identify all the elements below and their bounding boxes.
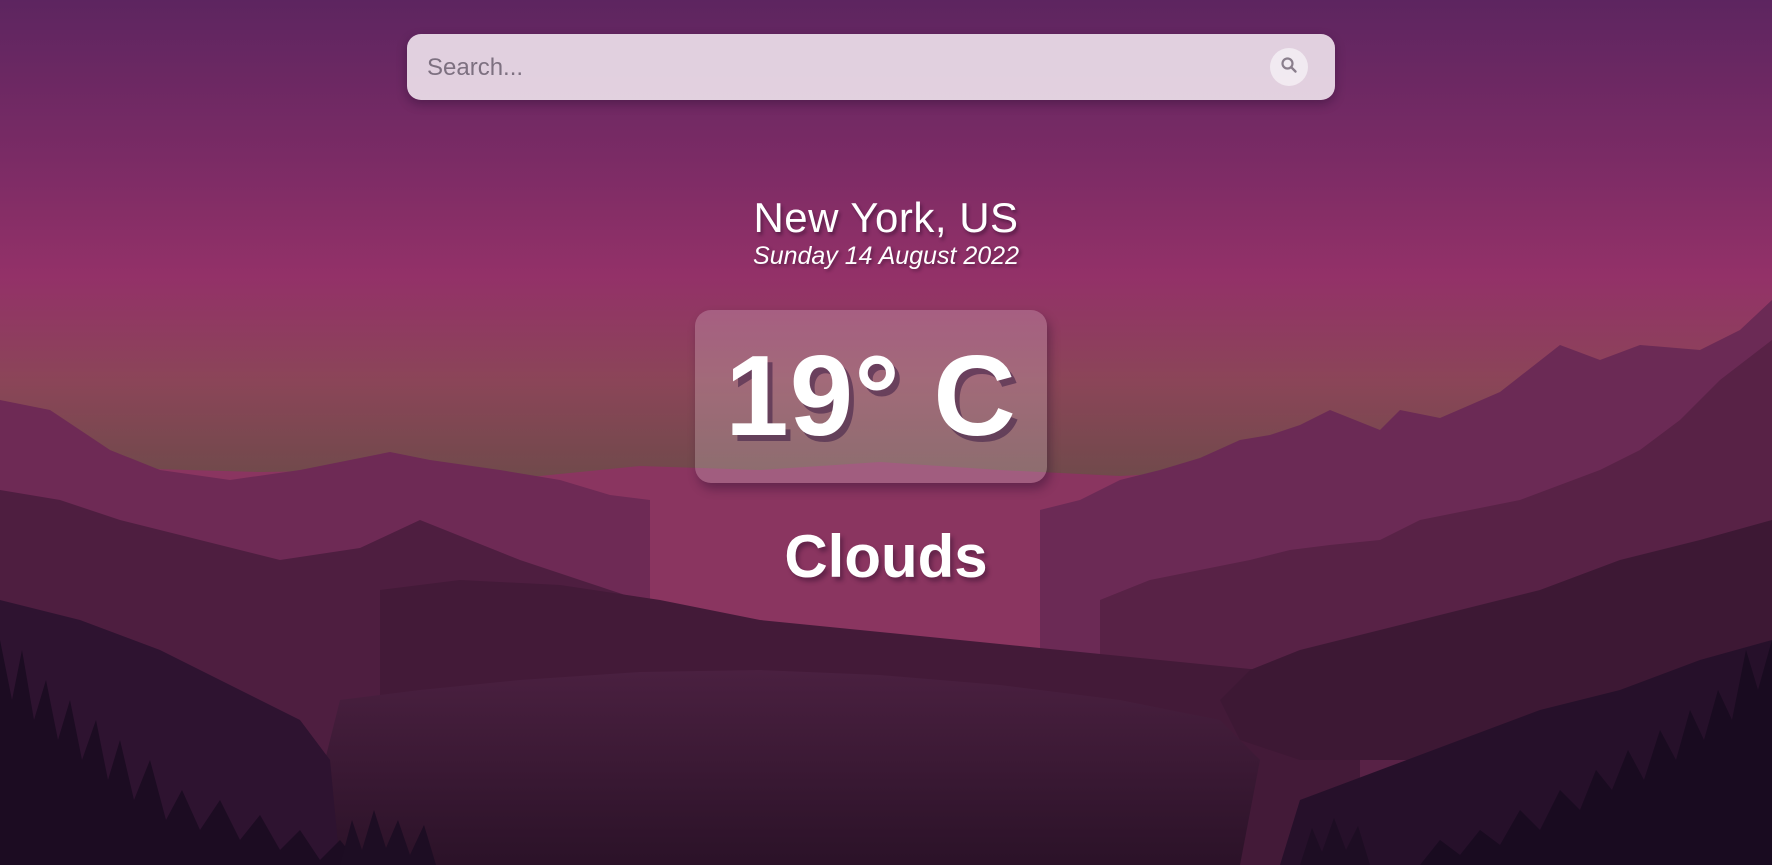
search-icon <box>1280 56 1298 79</box>
weather-condition: Clouds <box>784 523 988 590</box>
search-input[interactable] <box>425 34 1249 102</box>
temperature-card: 19° C <box>695 310 1047 483</box>
date-label: Sunday 14 August 2022 <box>753 242 1019 270</box>
temperature-value: 19° C <box>725 332 1017 460</box>
search-button[interactable] <box>1270 48 1308 86</box>
weather-app: New York, US Sunday 14 August 2022 19° C… <box>0 0 1772 865</box>
search-bar <box>407 34 1335 102</box>
location-label: New York, US <box>753 194 1019 241</box>
